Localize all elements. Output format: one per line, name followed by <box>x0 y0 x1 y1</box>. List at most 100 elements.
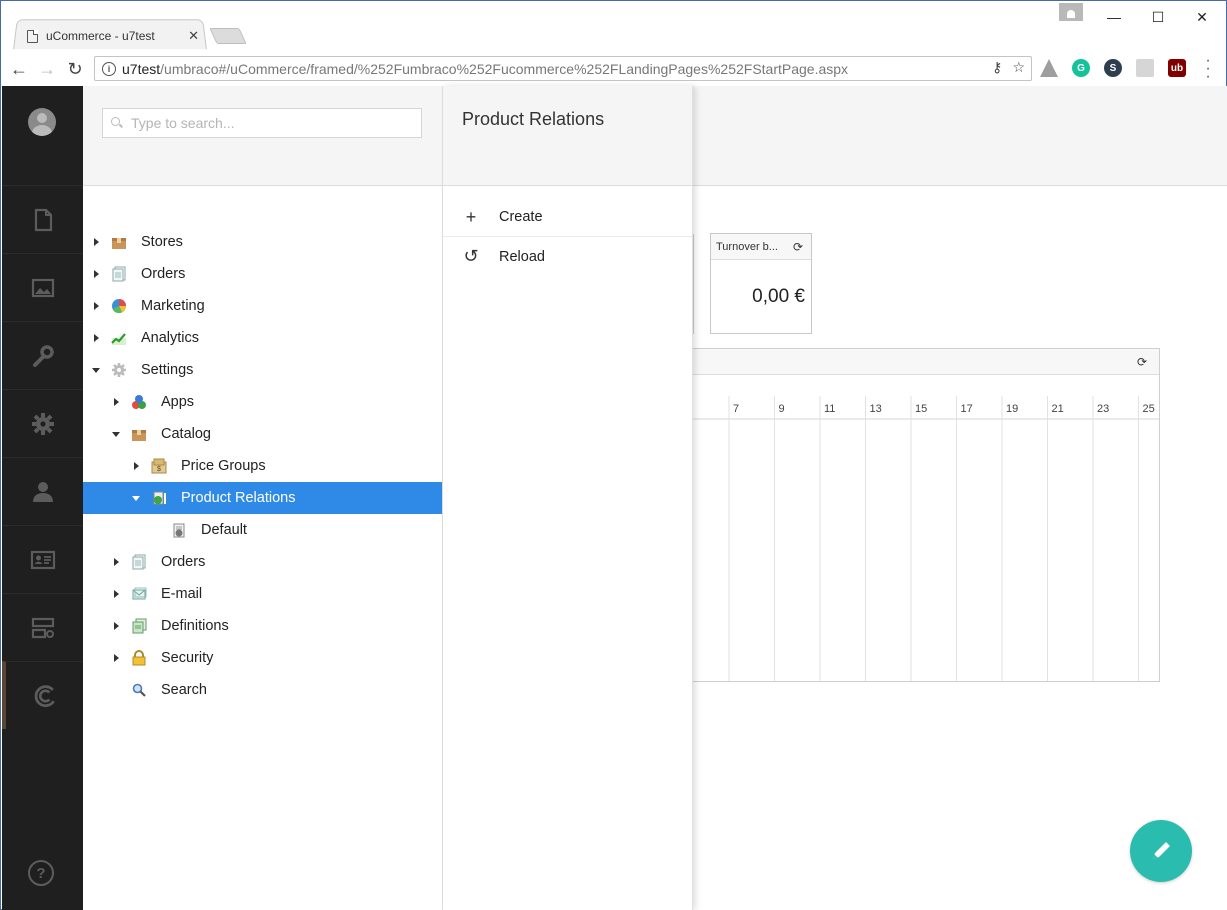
reload-page-icon[interactable]: ↻ <box>63 57 87 81</box>
price-icon: $ <box>151 458 167 474</box>
tree-node[interactable]: Stores <box>83 226 442 258</box>
document-icon <box>34 208 52 231</box>
url-path: /umbraco#/uCommerce/framed/%252Fumbraco%… <box>160 60 849 77</box>
page-favicon-icon <box>27 29 38 43</box>
maximize-button[interactable]: ☐ <box>1135 3 1181 31</box>
caret-down-icon[interactable] <box>131 493 141 503</box>
caret-right-icon[interactable] <box>111 557 121 567</box>
pie-chart-icon <box>112 299 126 314</box>
caret-right-icon[interactable] <box>111 621 121 631</box>
tree-node[interactable]: Settings <box>83 354 442 386</box>
tree-node[interactable]: Apps <box>83 386 442 418</box>
tree-header <box>83 86 442 186</box>
hidden-widget-edge <box>693 234 694 334</box>
ublock-extension-icon[interactable]: ub <box>1168 59 1186 77</box>
tree-node[interactable]: Marketing <box>83 290 442 322</box>
tree-node-label: Settings <box>141 362 194 378</box>
tree-node-label: Product Relations <box>181 490 296 506</box>
sales-chart: ⟳ 7 9 11 13 15 17 19 21 23 25 <box>693 348 1160 682</box>
disabled-extension-icon[interactable] <box>1136 59 1154 77</box>
section-content[interactable] <box>2 185 83 253</box>
dashboard-header <box>693 86 1227 186</box>
caret-down-icon[interactable] <box>91 365 101 375</box>
section-settings[interactable] <box>2 321 83 389</box>
caret-right-icon[interactable] <box>111 589 121 599</box>
box-icon <box>132 430 146 441</box>
edit-button[interactable] <box>1130 820 1192 882</box>
ucommerce-icon <box>34 684 55 707</box>
tree-node-label: Search <box>161 682 207 698</box>
profile-icon[interactable] <box>1059 3 1083 21</box>
extension-icon[interactable]: S <box>1104 59 1122 77</box>
wrench-icon <box>32 344 54 367</box>
tree-node[interactable]: Orders <box>83 546 442 578</box>
tab-close-icon[interactable]: ✕ <box>188 28 199 44</box>
tree-node[interactable]: Security <box>83 642 442 674</box>
chart-refresh-icon[interactable]: ⟳ <box>1135 355 1149 369</box>
email-icon <box>132 587 147 600</box>
apps-icon <box>132 395 146 409</box>
turnover-widget-title: Turnover b... <box>716 240 778 253</box>
tree-node[interactable]: E-mail <box>83 578 442 610</box>
line-chart-icon <box>111 333 126 345</box>
tree-node[interactable]: Search <box>83 674 442 706</box>
browser-tab-content[interactable]: uCommerce - u7test ✕ <box>27 26 203 46</box>
grammarly-extension-icon[interactable]: G <box>1072 59 1090 77</box>
definitions-icon <box>132 618 147 634</box>
svg-text:$: $ <box>157 466 161 473</box>
reload-menu-item[interactable]: ↺ Reload <box>443 237 692 276</box>
caret-right-icon[interactable] <box>91 301 101 311</box>
user-icon <box>32 481 53 502</box>
site-info-icon[interactable]: i <box>102 61 116 76</box>
tree-node[interactable]: Catalog <box>83 418 442 450</box>
close-window-button[interactable]: ✕ <box>1179 3 1225 31</box>
chart-tick-label: 25 <box>1143 403 1155 415</box>
caret-down-icon[interactable] <box>111 429 121 439</box>
forward-arrow-icon[interactable]: → <box>35 57 59 81</box>
caret-right-icon[interactable] <box>111 397 121 407</box>
search-input[interactable] <box>131 115 411 131</box>
tree-node[interactable]: Orders <box>83 258 442 290</box>
forms-icon <box>31 617 54 638</box>
section-media[interactable] <box>2 253 83 321</box>
umbraco-app: ? Stores Orders Marketing Analytics Settings… <box>2 86 1227 910</box>
back-arrow-icon[interactable]: ← <box>7 57 31 81</box>
section-users[interactable] <box>2 457 83 525</box>
tree-node[interactable]: $ Price Groups <box>83 450 442 482</box>
tree-node-label: Price Groups <box>181 458 266 474</box>
create-menu-item[interactable]: + Create <box>443 198 692 237</box>
browser-toolbar: ← → ↻ i u7test/umbraco#/uCommerce/framed… <box>1 53 1226 85</box>
section-members[interactable] <box>2 525 83 593</box>
caret-right-icon[interactable] <box>91 237 101 247</box>
drive-extension-icon[interactable] <box>1040 59 1058 77</box>
address-bar[interactable]: i u7test/umbraco#/uCommerce/framed/%252F… <box>94 56 1032 81</box>
browser-window: uCommerce - u7test ✕ — ☐ ✕ ← → ↻ i u7tes… <box>0 0 1227 910</box>
refresh-icon[interactable]: ⟳ <box>791 240 805 254</box>
gear-icon <box>31 412 54 435</box>
section-ucommerce[interactable] <box>2 661 83 729</box>
caret-right-icon[interactable] <box>91 333 101 343</box>
caret-right-icon[interactable] <box>111 653 121 663</box>
caret-right-icon[interactable] <box>91 269 101 279</box>
tree-node-label: Default <box>201 522 247 538</box>
help-icon[interactable]: ? <box>28 860 54 886</box>
section-developer[interactable] <box>2 389 83 457</box>
tree-node[interactable]: Product Relations <box>83 482 442 514</box>
chrome-menu-icon[interactable]: · · · <box>1203 53 1213 85</box>
bookmark-star-icon[interactable]: ☆ <box>1012 59 1025 76</box>
chart-tick-label: 13 <box>870 403 882 415</box>
caret-right-icon[interactable] <box>131 461 141 471</box>
tree-node[interactable]: Default <box>83 514 442 546</box>
key-icon[interactable]: ⚷ <box>992 59 1002 76</box>
relation-type-icon <box>173 523 185 538</box>
tree-node[interactable]: Analytics <box>83 322 442 354</box>
context-menu-title: Product Relations <box>443 86 692 186</box>
section-forms[interactable] <box>2 593 83 661</box>
box-icon <box>112 238 126 249</box>
magnifier-icon <box>132 683 146 697</box>
new-tab-button[interactable] <box>209 28 247 44</box>
user-avatar[interactable] <box>28 108 56 136</box>
search-box[interactable] <box>102 108 422 138</box>
tree-node[interactable]: Definitions <box>83 610 442 642</box>
minimize-button[interactable]: — <box>1091 3 1137 31</box>
